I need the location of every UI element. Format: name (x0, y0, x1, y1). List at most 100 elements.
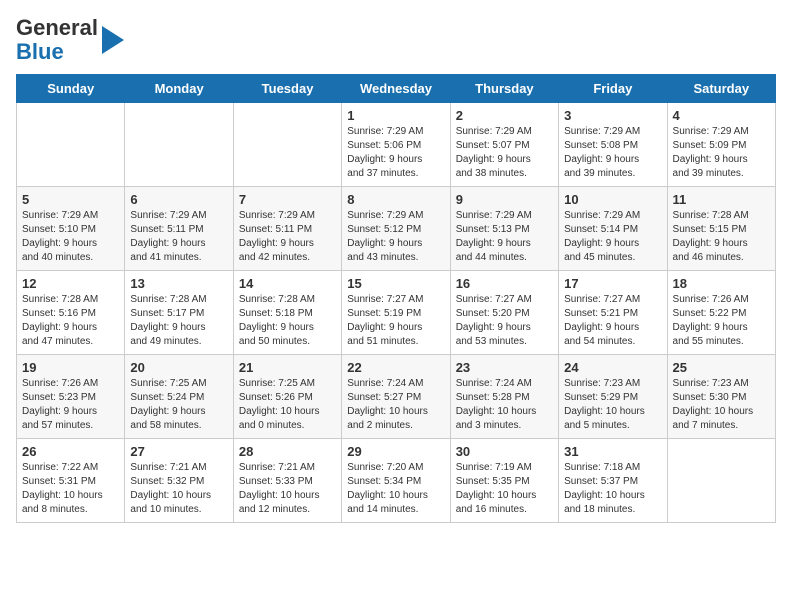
day-info: Sunrise: 7:29 AM Sunset: 5:07 PM Dayligh… (456, 125, 553, 181)
calendar-day-cell: 25Sunrise: 7:23 AM Sunset: 5:30 PM Dayli… (667, 355, 775, 439)
day-number: 12 (22, 276, 119, 291)
day-info: Sunrise: 7:29 AM Sunset: 5:06 PM Dayligh… (347, 125, 444, 181)
calendar-week-row: 19 Sunrise: 7:26 AM Sunset: 5:23 PM Dayli… (17, 355, 776, 439)
day-info: Sunrise: 7:21 AM Sunset: 5:32 PM Dayligh… (130, 461, 227, 517)
day-info: Sunrise: 7:29 AM Sunset: 5:14 PM Dayligh… (564, 209, 661, 265)
day-number: 31 (564, 444, 661, 459)
logo-arrow-icon (102, 26, 124, 54)
day-info: Sunrise: 7:21 AM Sunset: 5:33 PM Dayligh… (239, 461, 336, 517)
day-number: 10 (564, 192, 661, 207)
day-info: Sunrise: 7:29 AM Sunset: 5:13 PM Dayligh… (456, 209, 553, 265)
calendar-day-cell: 31 Sunrise: 7:18 AM Sunset: 5:37 PM Dayli… (559, 439, 667, 523)
day-info: Sunrise: 7:29 AM Sunset: 5:11 PM Dayligh… (239, 209, 336, 265)
calendar-day-cell (667, 439, 775, 523)
logo-general: General (16, 15, 98, 40)
day-number: 17 (564, 276, 661, 291)
day-header-thursday: Thursday (450, 75, 558, 103)
day-header-friday: Friday (559, 75, 667, 103)
day-number: 14 (239, 276, 336, 291)
day-number: 28 (239, 444, 336, 459)
day-number: 5 (22, 192, 119, 207)
calendar-week-row: 1 Sunrise: 7:29 AM Sunset: 5:06 PM Daylig… (17, 103, 776, 187)
day-header-saturday: Saturday (667, 75, 775, 103)
day-number: 19 (22, 360, 119, 375)
day-info: Sunrise: 7:29 AM Sunset: 5:09 PM Dayligh… (673, 125, 770, 181)
day-number: 7 (239, 192, 336, 207)
day-info: Sunrise: 7:29 AM Sunset: 5:12 PM Dayligh… (347, 209, 444, 265)
day-info: Sunrise: 7:27 AM Sunset: 5:20 PM Dayligh… (456, 293, 553, 349)
day-info: Sunrise: 7:25 AM Sunset: 5:26 PM Dayligh… (239, 377, 336, 433)
calendar-week-row: 12 Sunrise: 7:28 AM Sunset: 5:16 PM Dayli… (17, 271, 776, 355)
calendar-day-cell: 16 Sunrise: 7:27 AM Sunset: 5:20 PM Dayli… (450, 271, 558, 355)
calendar-day-cell: 11Sunrise: 7:28 AM Sunset: 5:15 PM Dayli… (667, 187, 775, 271)
calendar-day-cell: 15Sunrise: 7:27 AM Sunset: 5:19 PM Dayli… (342, 271, 450, 355)
calendar-day-cell: 13 Sunrise: 7:28 AM Sunset: 5:17 PM Dayli… (125, 271, 233, 355)
calendar-day-cell: 20 Sunrise: 7:25 AM Sunset: 5:24 PM Dayli… (125, 355, 233, 439)
day-info: Sunrise: 7:22 AM Sunset: 5:31 PM Dayligh… (22, 461, 119, 517)
day-info: Sunrise: 7:28 AM Sunset: 5:16 PM Dayligh… (22, 293, 119, 349)
calendar-day-cell: 17 Sunrise: 7:27 AM Sunset: 5:21 PM Dayli… (559, 271, 667, 355)
calendar-day-cell: 24Sunrise: 7:23 AM Sunset: 5:29 PM Dayli… (559, 355, 667, 439)
logo: General Blue (16, 16, 124, 64)
calendar-day-cell: 9 Sunrise: 7:29 AM Sunset: 5:13 PM Daylig… (450, 187, 558, 271)
day-number: 16 (456, 276, 553, 291)
day-info: Sunrise: 7:26 AM Sunset: 5:22 PM Dayligh… (673, 293, 770, 349)
day-number: 30 (456, 444, 553, 459)
calendar-day-cell: 28 Sunrise: 7:21 AM Sunset: 5:33 PM Dayli… (233, 439, 341, 523)
day-info: Sunrise: 7:24 AM Sunset: 5:27 PM Dayligh… (347, 377, 444, 433)
day-info: Sunrise: 7:18 AM Sunset: 5:37 PM Dayligh… (564, 461, 661, 517)
calendar-day-cell: 27 Sunrise: 7:21 AM Sunset: 5:32 PM Dayli… (125, 439, 233, 523)
day-info: Sunrise: 7:28 AM Sunset: 5:15 PM Dayligh… (673, 209, 770, 265)
calendar-day-cell: 29 Sunrise: 7:20 AM Sunset: 5:34 PM Dayli… (342, 439, 450, 523)
logo-blue: Blue (16, 39, 64, 64)
calendar-day-cell: 30Sunrise: 7:19 AM Sunset: 5:35 PM Dayli… (450, 439, 558, 523)
day-number: 29 (347, 444, 444, 459)
calendar-day-cell (233, 103, 341, 187)
day-header-tuesday: Tuesday (233, 75, 341, 103)
day-header-sunday: Sunday (17, 75, 125, 103)
day-number: 22 (347, 360, 444, 375)
calendar-header-row: SundayMondayTuesdayWednesdayThursdayFrid… (17, 75, 776, 103)
calendar-day-cell: 18 Sunrise: 7:26 AM Sunset: 5:22 PM Dayli… (667, 271, 775, 355)
day-info: Sunrise: 7:28 AM Sunset: 5:17 PM Dayligh… (130, 293, 227, 349)
day-number: 13 (130, 276, 227, 291)
calendar-day-cell: 22 Sunrise: 7:24 AM Sunset: 5:27 PM Dayli… (342, 355, 450, 439)
day-number: 20 (130, 360, 227, 375)
day-info: Sunrise: 7:29 AM Sunset: 5:08 PM Dayligh… (564, 125, 661, 181)
day-info: Sunrise: 7:26 AM Sunset: 5:23 PM Dayligh… (22, 377, 119, 433)
calendar-day-cell: 14 Sunrise: 7:28 AM Sunset: 5:18 PM Dayli… (233, 271, 341, 355)
day-number: 27 (130, 444, 227, 459)
calendar-day-cell: 3 Sunrise: 7:29 AM Sunset: 5:08 PM Daylig… (559, 103, 667, 187)
calendar-day-cell (17, 103, 125, 187)
day-number: 4 (673, 108, 770, 123)
day-info: Sunrise: 7:20 AM Sunset: 5:34 PM Dayligh… (347, 461, 444, 517)
day-number: 2 (456, 108, 553, 123)
calendar-day-cell: 2 Sunrise: 7:29 AM Sunset: 5:07 PM Daylig… (450, 103, 558, 187)
day-number: 23 (456, 360, 553, 375)
day-number: 18 (673, 276, 770, 291)
day-number: 6 (130, 192, 227, 207)
calendar-day-cell: 5 Sunrise: 7:29 AM Sunset: 5:10 PM Daylig… (17, 187, 125, 271)
calendar-day-cell (125, 103, 233, 187)
day-info: Sunrise: 7:29 AM Sunset: 5:10 PM Dayligh… (22, 209, 119, 265)
day-header-wednesday: Wednesday (342, 75, 450, 103)
calendar-day-cell: 10 Sunrise: 7:29 AM Sunset: 5:14 PM Dayli… (559, 187, 667, 271)
day-info: Sunrise: 7:29 AM Sunset: 5:11 PM Dayligh… (130, 209, 227, 265)
day-number: 3 (564, 108, 661, 123)
day-number: 26 (22, 444, 119, 459)
day-number: 8 (347, 192, 444, 207)
calendar-day-cell: 12 Sunrise: 7:28 AM Sunset: 5:16 PM Dayli… (17, 271, 125, 355)
calendar-day-cell: 23Sunrise: 7:24 AM Sunset: 5:28 PM Dayli… (450, 355, 558, 439)
calendar-day-cell: 1 Sunrise: 7:29 AM Sunset: 5:06 PM Daylig… (342, 103, 450, 187)
page-header: General Blue (16, 16, 776, 64)
day-info: Sunrise: 7:23 AM Sunset: 5:29 PM Dayligh… (564, 377, 661, 433)
day-number: 15 (347, 276, 444, 291)
day-number: 21 (239, 360, 336, 375)
day-number: 1 (347, 108, 444, 123)
day-info: Sunrise: 7:28 AM Sunset: 5:18 PM Dayligh… (239, 293, 336, 349)
day-number: 9 (456, 192, 553, 207)
day-info: Sunrise: 7:23 AM Sunset: 5:30 PM Dayligh… (673, 377, 770, 433)
calendar-day-cell: 19 Sunrise: 7:26 AM Sunset: 5:23 PM Dayli… (17, 355, 125, 439)
day-info: Sunrise: 7:27 AM Sunset: 5:21 PM Dayligh… (564, 293, 661, 349)
day-info: Sunrise: 7:25 AM Sunset: 5:24 PM Dayligh… (130, 377, 227, 433)
